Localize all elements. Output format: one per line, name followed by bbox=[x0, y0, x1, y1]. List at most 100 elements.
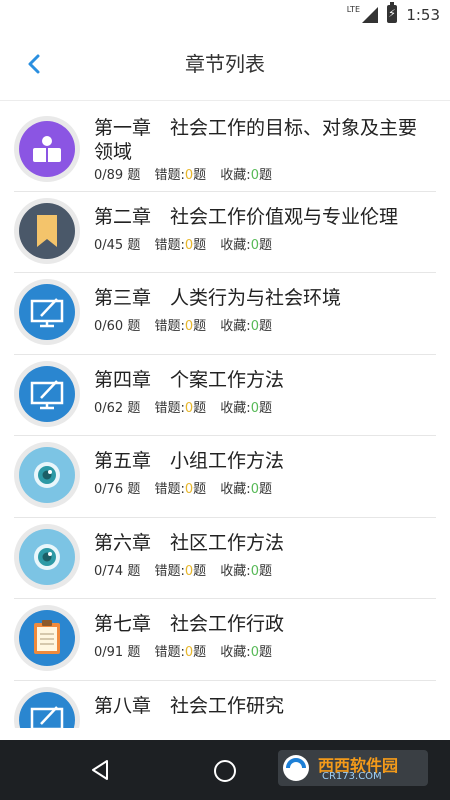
home-circle-icon[interactable] bbox=[212, 758, 238, 784]
wrong-count: 错题:0题 bbox=[154, 319, 206, 335]
favorite-count: 收藏:0题 bbox=[220, 319, 272, 335]
list-item[interactable]: 第七章 社会工作行政 0/91 题 错题:0题 收藏:0题 bbox=[0, 599, 450, 681]
fav-label: 收藏: bbox=[220, 482, 251, 497]
fav-label: 收藏: bbox=[220, 319, 251, 334]
monitor-pen-icon bbox=[14, 686, 80, 728]
wrong-value: 0 bbox=[184, 563, 194, 579]
unit-label: 题 bbox=[258, 645, 272, 660]
wrong-count: 错题:0题 bbox=[154, 168, 206, 184]
wrong-label: 错题: bbox=[154, 400, 185, 416]
wrong-label: 错题: bbox=[154, 168, 185, 183]
unit-label: 题 bbox=[258, 168, 272, 183]
unit-label: 题 bbox=[258, 319, 272, 334]
chapter-title: 第三章 人类行为与社会环境 bbox=[94, 287, 342, 309]
unit-label: 题 bbox=[193, 400, 207, 416]
wrong-value: 0 bbox=[184, 400, 194, 416]
wrong-label: 错题: bbox=[154, 319, 185, 334]
fav-value: 0 bbox=[250, 563, 259, 579]
chapter-title: 第四章 个案工作方法 bbox=[94, 368, 285, 391]
chapter-list[interactable]: 第一章 社会工作的目标、对象及主要领域 0/89 题 错题:0题 收藏:0题 第… bbox=[0, 110, 450, 728]
fav-value: 0 bbox=[250, 482, 259, 497]
monitor-pen-icon bbox=[14, 360, 80, 427]
wrong-count: 错题:0题 bbox=[154, 238, 206, 254]
unit-label: 题 bbox=[258, 563, 272, 579]
chapter-title: 第二章 社会工作价值观与专业伦理 bbox=[94, 205, 399, 228]
fav-value: 0 bbox=[250, 168, 259, 183]
chapter-title: 第一章 社会工作的目标、对象及主要领域 bbox=[94, 117, 418, 163]
wrong-value: 0 bbox=[184, 482, 194, 497]
question-progress: 0/76 题 bbox=[94, 482, 141, 497]
status-time: 1:53 bbox=[406, 6, 440, 24]
wrong-count: 错题:0题 bbox=[154, 401, 206, 417]
question-progress: 0/74 题 bbox=[94, 563, 141, 579]
fav-label: 收藏: bbox=[220, 563, 251, 579]
eye-icon bbox=[14, 523, 80, 590]
eye-icon bbox=[14, 442, 80, 508]
fav-label: 收藏: bbox=[220, 237, 251, 253]
unit-label: 题 bbox=[193, 482, 207, 497]
network-type: LTE bbox=[346, 5, 360, 14]
wrong-count: 错题:0题 bbox=[154, 564, 206, 580]
wrong-value: 0 bbox=[184, 645, 194, 660]
wrong-count: 错题:0题 bbox=[154, 645, 206, 661]
fav-value: 0 bbox=[250, 400, 259, 416]
watermark-site: CR173.COM bbox=[322, 771, 382, 782]
chapter-title: 第七章 社会工作行政 bbox=[94, 613, 285, 635]
unit-label: 题 bbox=[258, 400, 272, 416]
wrong-label: 错题: bbox=[154, 645, 185, 660]
wrong-label: 错题: bbox=[154, 482, 185, 497]
signal-icon bbox=[362, 7, 378, 23]
list-item[interactable]: 第一章 社会工作的目标、对象及主要领域 0/89 题 错题:0题 收藏:0题 bbox=[0, 110, 450, 192]
chapter-title: 第五章 小组工作方法 bbox=[94, 450, 285, 472]
question-progress: 0/60 题 bbox=[94, 319, 141, 334]
question-progress: 0/89 题 bbox=[94, 168, 141, 183]
wrong-count: 错题:0题 bbox=[154, 482, 206, 498]
favorite-count: 收藏:0题 bbox=[220, 238, 272, 254]
question-progress: 0/91 题 bbox=[94, 645, 141, 660]
unit-label: 题 bbox=[258, 237, 272, 253]
fav-label: 收藏: bbox=[220, 168, 251, 183]
fav-value: 0 bbox=[250, 645, 259, 660]
bookmark-icon bbox=[14, 197, 80, 264]
chapter-stats: 0/74 题 错题:0题 收藏:0题 bbox=[94, 564, 282, 580]
page-title: 章节列表 bbox=[185, 52, 265, 76]
favorite-count: 收藏:0题 bbox=[220, 401, 272, 417]
chapter-title: 第八章 社会工作研究 bbox=[94, 694, 285, 717]
wrong-value: 0 bbox=[184, 168, 194, 183]
battery-charging-icon bbox=[387, 2, 397, 23]
chapter-stats: 0/45 题 错题:0题 收藏:0题 bbox=[94, 238, 282, 254]
list-item[interactable]: 第八章 社会工作研究 bbox=[0, 681, 450, 728]
back-triangle-icon[interactable] bbox=[88, 758, 112, 782]
monitor-pen-icon bbox=[14, 279, 80, 345]
unit-label: 题 bbox=[193, 168, 207, 183]
app-header: 章节列表 bbox=[0, 28, 450, 101]
wrong-label: 错题: bbox=[154, 563, 185, 579]
unit-label: 题 bbox=[193, 563, 207, 579]
question-progress: 0/62 题 bbox=[94, 400, 141, 416]
fav-label: 收藏: bbox=[220, 645, 251, 660]
list-item[interactable]: 第六章 社区工作方法 0/74 题 错题:0题 收藏:0题 bbox=[0, 518, 450, 599]
favorite-count: 收藏:0题 bbox=[220, 482, 272, 498]
fav-value: 0 bbox=[250, 237, 259, 253]
watermark-logo: 西西软件园 CR173.COM bbox=[278, 750, 428, 786]
wrong-value: 0 bbox=[184, 319, 194, 334]
chapter-title: 第六章 社区工作方法 bbox=[94, 531, 285, 554]
question-progress: 0/45 题 bbox=[94, 237, 141, 253]
unit-label: 题 bbox=[193, 237, 207, 253]
favorite-count: 收藏:0题 bbox=[220, 564, 272, 580]
chapter-stats: 0/60 题 错题:0题 收藏:0题 bbox=[94, 319, 282, 335]
list-item[interactable]: 第二章 社会工作价值观与专业伦理 0/45 题 错题:0题 收藏:0题 bbox=[0, 192, 450, 273]
unit-label: 题 bbox=[193, 319, 207, 334]
favorite-count: 收藏:0题 bbox=[220, 168, 272, 184]
fav-value: 0 bbox=[250, 319, 259, 334]
clipboard-icon bbox=[14, 605, 80, 671]
wrong-value: 0 bbox=[184, 237, 194, 253]
fav-label: 收藏: bbox=[220, 400, 251, 416]
chapter-stats: 0/76 题 错题:0题 收藏:0题 bbox=[94, 482, 282, 498]
list-item[interactable]: 第三章 人类行为与社会环境 0/60 题 错题:0题 收藏:0题 bbox=[0, 273, 450, 355]
wrong-label: 错题: bbox=[154, 237, 185, 253]
list-item[interactable]: 第四章 个案工作方法 0/62 题 错题:0题 收藏:0题 bbox=[0, 355, 450, 436]
chapter-stats: 0/91 题 错题:0题 收藏:0题 bbox=[94, 645, 282, 661]
list-item[interactable]: 第五章 小组工作方法 0/76 题 错题:0题 收藏:0题 bbox=[0, 436, 450, 518]
navigation-bar: 西西软件园 CR173.COM bbox=[0, 740, 450, 800]
